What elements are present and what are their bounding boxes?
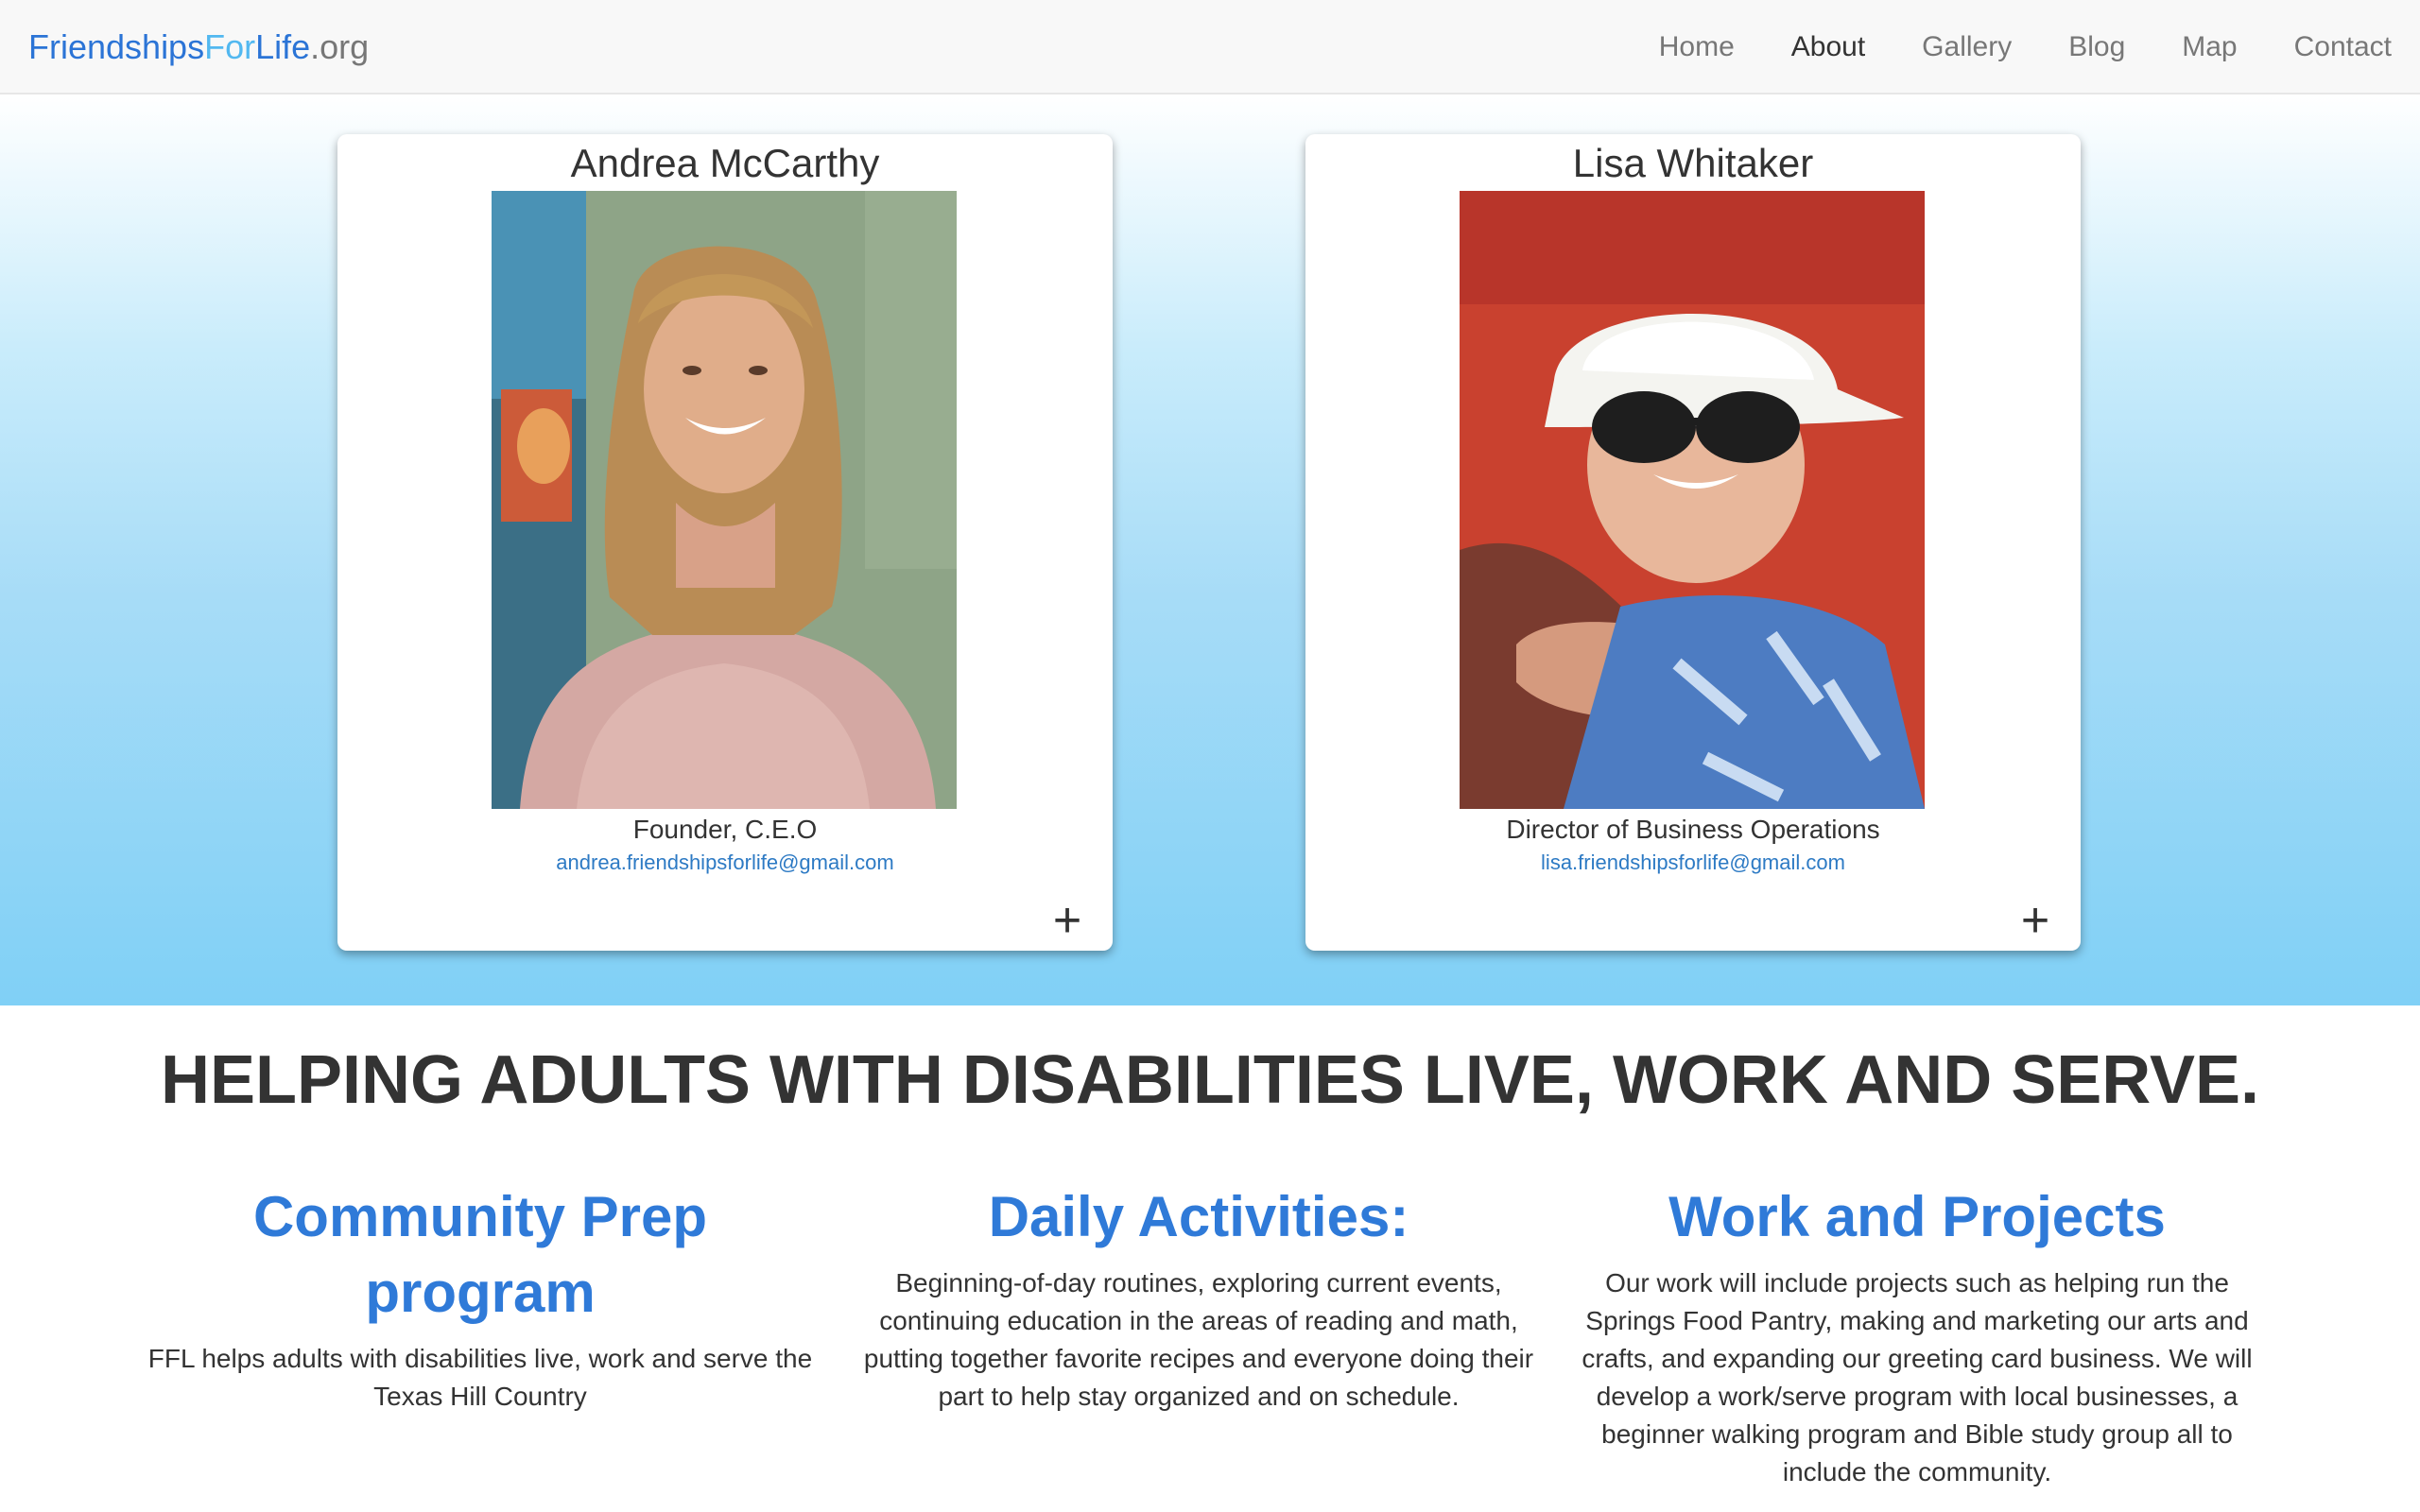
nav-about[interactable]: About — [1763, 0, 1893, 94]
member-photo-lisa — [1460, 191, 1925, 809]
program-title: Community Prep program — [252, 1185, 708, 1324]
brand-part-friendships: Friendships — [28, 27, 205, 66]
brand-part-for: For — [204, 27, 256, 66]
team-card-andrea: Andrea McCarthy Founder, C.E.O andrea.fr… — [337, 134, 1113, 951]
member-role: Founder, C.E.O — [632, 815, 818, 844]
plus-icon[interactable]: + — [1048, 896, 1086, 945]
member-photo-andrea — [492, 191, 957, 809]
nav-gallery[interactable]: Gallery — [1893, 0, 2040, 94]
brand-logo-link[interactable]: FriendshipsForLife.org — [28, 0, 369, 94]
main-nav: Home About Gallery Blog Map Contact — [1631, 0, 2420, 94]
program-description: Our work will include projects such as h… — [1582, 1268, 2253, 1486]
brand-part-org: .org — [310, 27, 370, 66]
program-title: Daily Activities: — [988, 1185, 1409, 1248]
nav-contact[interactable]: Contact — [2266, 0, 2420, 94]
nav-home[interactable]: Home — [1631, 0, 1763, 94]
member-name: Andrea McCarthy — [570, 141, 880, 185]
nav-map[interactable]: Map — [2153, 0, 2265, 94]
member-email-link[interactable]: lisa.friendshipsforlife@gmail.com — [1305, 849, 2081, 877]
team-hero: Andrea McCarthy Founder, C.E.O andrea.fr… — [0, 94, 2420, 1005]
nav-blog[interactable]: Blog — [2040, 0, 2153, 94]
program-work-projects: Work and Projects Our work will include … — [1567, 1179, 2267, 1491]
member-role: Director of Business Operations — [1506, 815, 1880, 844]
program-title: Work and Projects — [1668, 1185, 2166, 1248]
member-name: Lisa Whitaker — [1572, 141, 1814, 185]
brand-part-life: Life — [255, 27, 311, 66]
plus-icon[interactable]: + — [2016, 896, 2054, 945]
mission-headline: HELPING ADULTS WITH DISABILITIES LIVE, W… — [160, 1042, 2260, 1118]
member-photo-image — [492, 191, 957, 809]
navbar: FriendshipsForLife.org Home About Galler… — [0, 0, 2420, 94]
program-description: FFL helps adults with disabilities live,… — [147, 1344, 813, 1411]
team-card-lisa: Lisa Whitaker Director of Business Opera… — [1305, 134, 2081, 951]
member-email-link[interactable]: andrea.friendshipsforlife@gmail.com — [337, 849, 1113, 877]
program-description: Beginning-of-day routines, exploring cur… — [863, 1268, 1534, 1411]
program-community-prep: Community Prep program FFL helps adults … — [130, 1179, 830, 1416]
member-photo-image — [1460, 191, 1925, 809]
program-daily-activities: Daily Activities: Beginning-of-day routi… — [849, 1179, 1548, 1416]
